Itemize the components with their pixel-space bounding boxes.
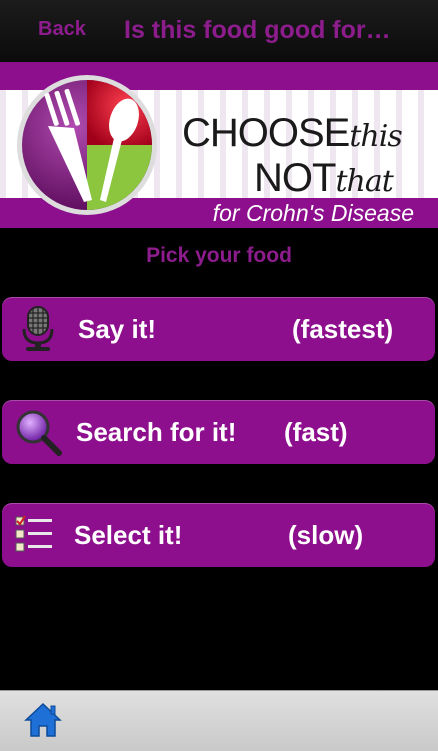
say-it-label: Say it! bbox=[78, 314, 157, 344]
app-banner: CHOOSEthis NOTthat for Crohn's Disease bbox=[0, 62, 438, 228]
select-it-label: Select it! bbox=[74, 520, 183, 550]
brand-not: NOT bbox=[254, 156, 336, 200]
microphone-icon bbox=[22, 306, 54, 351]
checklist-icon bbox=[15, 515, 52, 552]
brand-wordmark: CHOOSEthis NOTthat bbox=[182, 112, 422, 202]
search-for-it-button[interactable]: Search for it! (fast) bbox=[2, 400, 435, 464]
search-for-it-label: Search for it! bbox=[76, 417, 237, 447]
nav-bar: Back Is this food good for… bbox=[0, 0, 438, 62]
brand-that: that bbox=[335, 164, 393, 199]
bottom-toolbar bbox=[0, 690, 438, 751]
brand-this: this bbox=[349, 119, 402, 154]
magnifier-icon bbox=[16, 410, 62, 456]
pick-food-label: Pick your food bbox=[146, 244, 292, 267]
back-button[interactable]: Back bbox=[38, 18, 86, 41]
banner-tagline: for Crohn's Disease bbox=[212, 200, 414, 226]
say-it-button[interactable]: Say it! (fastest) bbox=[2, 297, 435, 361]
brand-choose: CHOOSE bbox=[182, 111, 350, 155]
search-for-it-speed: (fast) bbox=[284, 417, 348, 447]
select-it-button[interactable]: Select it! (slow) bbox=[2, 503, 435, 567]
fork-spoon-logo-icon bbox=[17, 75, 157, 215]
page-title: Is this food good for… bbox=[124, 16, 391, 44]
select-it-speed: (slow) bbox=[288, 520, 364, 550]
home-icon[interactable] bbox=[24, 701, 62, 739]
say-it-speed: (fastest) bbox=[292, 314, 394, 344]
